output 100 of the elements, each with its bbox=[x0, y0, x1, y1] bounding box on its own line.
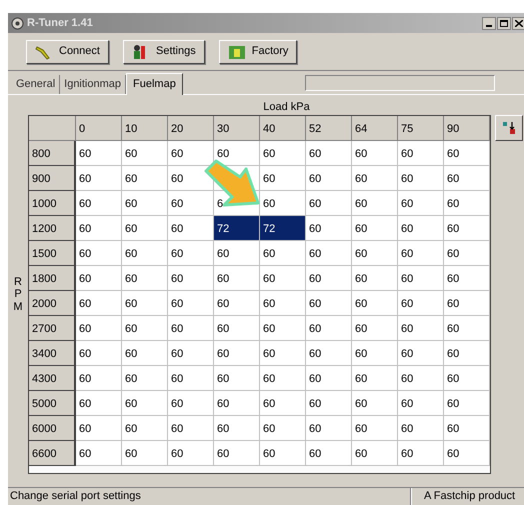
table-cell[interactable]: 60 bbox=[306, 391, 352, 416]
table-cell[interactable]: 60 bbox=[76, 241, 122, 266]
table-cell[interactable]: 60 bbox=[214, 416, 260, 441]
table-cell[interactable]: 60 bbox=[122, 191, 168, 216]
table-cell[interactable]: 60 bbox=[352, 366, 398, 391]
table-cell[interactable]: 60 bbox=[76, 216, 122, 241]
toolbar-button[interactable]: Factory bbox=[218, 40, 298, 64]
table-cell[interactable]: 60 bbox=[122, 141, 168, 166]
table-cell[interactable]: 60 bbox=[168, 266, 214, 291]
table-cell[interactable]: 60 bbox=[168, 341, 214, 366]
table-cell[interactable]: 60 bbox=[306, 166, 352, 191]
table-cell[interactable]: 60 bbox=[168, 391, 214, 416]
table-cell[interactable]: 60 bbox=[352, 141, 398, 166]
table-cell[interactable]: 60 bbox=[444, 191, 490, 216]
table-cell[interactable]: 60 bbox=[398, 166, 444, 191]
table-cell[interactable]: 60 bbox=[260, 266, 306, 291]
table-cell[interactable]: 60 bbox=[214, 316, 260, 341]
table-cell[interactable]: 60 bbox=[168, 216, 214, 241]
table-cell[interactable]: 60 bbox=[398, 266, 444, 291]
table-cell[interactable]: 60 bbox=[76, 141, 122, 166]
table-cell[interactable]: 60 bbox=[398, 416, 444, 441]
table-cell[interactable]: 60 bbox=[444, 241, 490, 266]
table-cell[interactable]: 60 bbox=[352, 241, 398, 266]
table-cell[interactable]: 60 bbox=[214, 291, 260, 316]
table-cell[interactable]: 60 bbox=[122, 441, 168, 466]
table-cell[interactable]: 60 bbox=[122, 341, 168, 366]
table-cell[interactable]: 60 bbox=[214, 141, 260, 166]
table-cell[interactable]: 60 bbox=[260, 316, 306, 341]
table-cell[interactable]: 60 bbox=[76, 291, 122, 316]
table-cell[interactable]: 60 bbox=[306, 191, 352, 216]
table-cell[interactable]: 60 bbox=[306, 266, 352, 291]
table-cell[interactable]: 60 bbox=[122, 316, 168, 341]
table-cell[interactable]: 60 bbox=[168, 241, 214, 266]
table-cell[interactable]: 60 bbox=[352, 166, 398, 191]
table-cell[interactable]: 60 bbox=[352, 291, 398, 316]
tab[interactable]: Fuelmap bbox=[126, 73, 183, 95]
table-cell[interactable]: 60 bbox=[260, 166, 306, 191]
table-cell[interactable]: 60 bbox=[444, 366, 490, 391]
table-cell[interactable]: 60 bbox=[168, 191, 214, 216]
table-cell[interactable]: 60 bbox=[260, 441, 306, 466]
table-cell[interactable]: 60 bbox=[122, 266, 168, 291]
table-cell[interactable]: 60 bbox=[168, 416, 214, 441]
table-cell[interactable]: 60 bbox=[168, 141, 214, 166]
table-cell[interactable]: 60 bbox=[260, 291, 306, 316]
table-cell[interactable]: 60 bbox=[260, 341, 306, 366]
table-cell[interactable]: 60 bbox=[398, 291, 444, 316]
table-cell[interactable]: 60 bbox=[306, 141, 352, 166]
table-cell[interactable]: 60 bbox=[306, 316, 352, 341]
minimize-button[interactable] bbox=[482, 16, 496, 30]
table-cell[interactable]: 60 bbox=[76, 266, 122, 291]
table-cell[interactable]: 60 bbox=[398, 141, 444, 166]
table-cell[interactable]: 60 bbox=[260, 366, 306, 391]
table-cell[interactable]: 60 bbox=[444, 341, 490, 366]
table-cell[interactable]: 60 bbox=[122, 241, 168, 266]
table-cell[interactable]: 60 bbox=[444, 216, 490, 241]
table-cell[interactable]: 60 bbox=[352, 416, 398, 441]
table-cell[interactable]: 60 bbox=[76, 366, 122, 391]
table-cell[interactable]: 60 bbox=[260, 241, 306, 266]
table-cell[interactable]: 60 bbox=[444, 416, 490, 441]
table-cell[interactable]: 60 bbox=[352, 341, 398, 366]
table-cell[interactable]: 60 bbox=[398, 391, 444, 416]
table-cell[interactable]: 60 bbox=[76, 341, 122, 366]
table-cell[interactable]: 60 bbox=[122, 291, 168, 316]
toolbar-button[interactable]: Settings bbox=[122, 40, 205, 64]
table-cell[interactable]: 60 bbox=[398, 441, 444, 466]
table-cell[interactable]: 60 bbox=[260, 416, 306, 441]
table-cell[interactable]: 60 bbox=[122, 216, 168, 241]
table-cell[interactable]: 60 bbox=[306, 341, 352, 366]
table-cell[interactable]: 60 bbox=[398, 241, 444, 266]
maximize-button[interactable] bbox=[497, 16, 511, 30]
table-cell[interactable]: 60 bbox=[352, 266, 398, 291]
table-cell[interactable]: 60 bbox=[76, 316, 122, 341]
table-cell[interactable]: 60 bbox=[306, 416, 352, 441]
table-cell[interactable]: 60 bbox=[76, 191, 122, 216]
table-cell[interactable]: 60 bbox=[168, 316, 214, 341]
table-cell[interactable]: 60 bbox=[398, 341, 444, 366]
table-cell[interactable]: 60 bbox=[122, 366, 168, 391]
table-cell[interactable]: 60 bbox=[352, 191, 398, 216]
table-cell[interactable]: 60 bbox=[398, 216, 444, 241]
table-cell[interactable]: 60 bbox=[214, 266, 260, 291]
table-cell[interactable]: 60 bbox=[398, 191, 444, 216]
table-cell[interactable]: 60 bbox=[76, 441, 122, 466]
table-cell[interactable]: 60 bbox=[306, 241, 352, 266]
table-cell[interactable]: 60 bbox=[444, 266, 490, 291]
table-cell[interactable]: 60 bbox=[306, 291, 352, 316]
table-cell[interactable]: 60 bbox=[260, 141, 306, 166]
table-cell[interactable]: 60 bbox=[214, 441, 260, 466]
table-cell[interactable]: 60 bbox=[214, 391, 260, 416]
table-cell[interactable]: 60 bbox=[444, 316, 490, 341]
table-cell[interactable]: 60 bbox=[306, 441, 352, 466]
table-cell[interactable]: 60 bbox=[168, 366, 214, 391]
table-cell[interactable]: 60 bbox=[122, 391, 168, 416]
table-cell[interactable]: 60 bbox=[76, 391, 122, 416]
table-cell[interactable]: 60 bbox=[168, 441, 214, 466]
table-cell[interactable]: 60 bbox=[352, 391, 398, 416]
table-cell[interactable]: 60 bbox=[76, 166, 122, 191]
table-cell[interactable]: 60 bbox=[444, 291, 490, 316]
toolbar-button[interactable]: Connect bbox=[26, 40, 109, 64]
swap-button[interactable] bbox=[495, 115, 523, 141]
table-cell[interactable]: 72 bbox=[214, 216, 260, 241]
